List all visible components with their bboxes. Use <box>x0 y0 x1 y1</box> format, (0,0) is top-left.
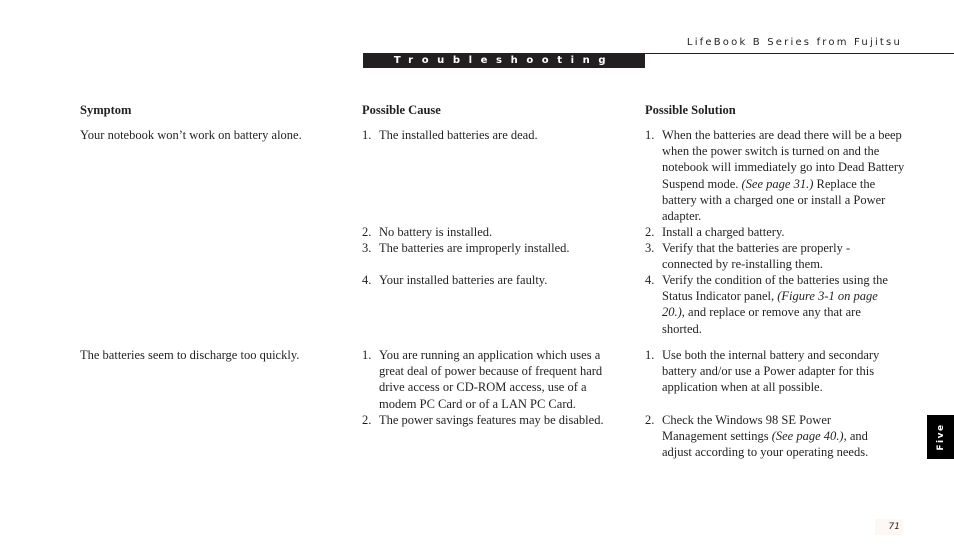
solution-number: 2. <box>645 413 655 427</box>
solution-number: 1. <box>645 348 655 362</box>
column-header-cause: Possible Cause <box>362 103 441 117</box>
solution-number: 2. <box>645 225 655 239</box>
page-reference: (See page 40.) <box>771 429 844 444</box>
section-title-bar: Troubleshooting <box>363 53 645 68</box>
column-header-symptom: Symptom <box>80 103 132 117</box>
running-header: LifeBook B Series from Fujitsu <box>686 37 902 48</box>
solution-item: 3. Verify that the batteries are properl… <box>645 240 907 272</box>
solution-text: Verify the condition of the batteries us… <box>662 273 888 336</box>
solution-number: 3. <box>645 241 655 255</box>
solution-text: Verify that the batteries are properly -… <box>662 241 851 272</box>
cause-number: 1. <box>362 128 372 142</box>
cause-number: 4. <box>362 273 372 287</box>
solution-item: 2. Check the Windows 98 SE Power Managem… <box>645 412 907 461</box>
cause-text: The batteries are improperly installed. <box>379 241 570 255</box>
page-reference: (See page 31.) <box>741 176 814 191</box>
solution-text: Check the Windows 98 SE Power Management… <box>662 413 869 460</box>
cause-number: 3. <box>362 241 372 255</box>
cause-number: 2. <box>362 225 372 239</box>
solution-text: Install a charged battery. <box>662 225 785 239</box>
solution-item: 4. Verify the condition of the batteries… <box>645 272 907 337</box>
solution-item: 2. Install a charged battery. <box>645 224 907 240</box>
cause-item: 2. No battery is installed. <box>362 224 632 240</box>
chapter-tab-label: Five <box>935 423 946 451</box>
header-rule <box>645 53 954 54</box>
column-header-solution: Possible Solution <box>645 103 736 117</box>
cause-item: 1. You are running an application which … <box>362 347 624 412</box>
solution-number: 1. <box>645 128 655 142</box>
cause-item: 2. The power savings features may be dis… <box>362 412 632 428</box>
cause-item: 1. The installed batteries are dead. <box>362 127 632 143</box>
chapter-tab: Five <box>927 415 954 459</box>
solution-item: 1. When the batteries are dead there wil… <box>645 127 907 224</box>
cause-text: Your installed batteries are faulty. <box>379 273 548 287</box>
cause-text: You are running an application which use… <box>379 348 603 411</box>
cause-text: No battery is installed. <box>379 225 493 239</box>
cause-item: 3. The batteries are improperly installe… <box>362 240 632 256</box>
symptom-text: The batteries seem to discharge too quic… <box>80 348 300 362</box>
symptom-text: Your notebook won’t work on battery alon… <box>80 128 302 142</box>
cause-text: The power savings features may be disabl… <box>379 413 604 427</box>
solution-number: 4. <box>645 273 655 287</box>
solution-item: 1. Use both the internal battery and sec… <box>645 347 907 396</box>
page-number: 71 <box>875 519 903 535</box>
cause-item: 4. Your installed batteries are faulty. <box>362 272 632 288</box>
cause-number: 1. <box>362 348 372 362</box>
solution-text: When the batteries are dead there will b… <box>662 128 905 224</box>
cause-text: The installed batteries are dead. <box>379 128 538 142</box>
cause-number: 2. <box>362 413 372 427</box>
solution-text: Use both the internal battery and second… <box>662 348 880 395</box>
